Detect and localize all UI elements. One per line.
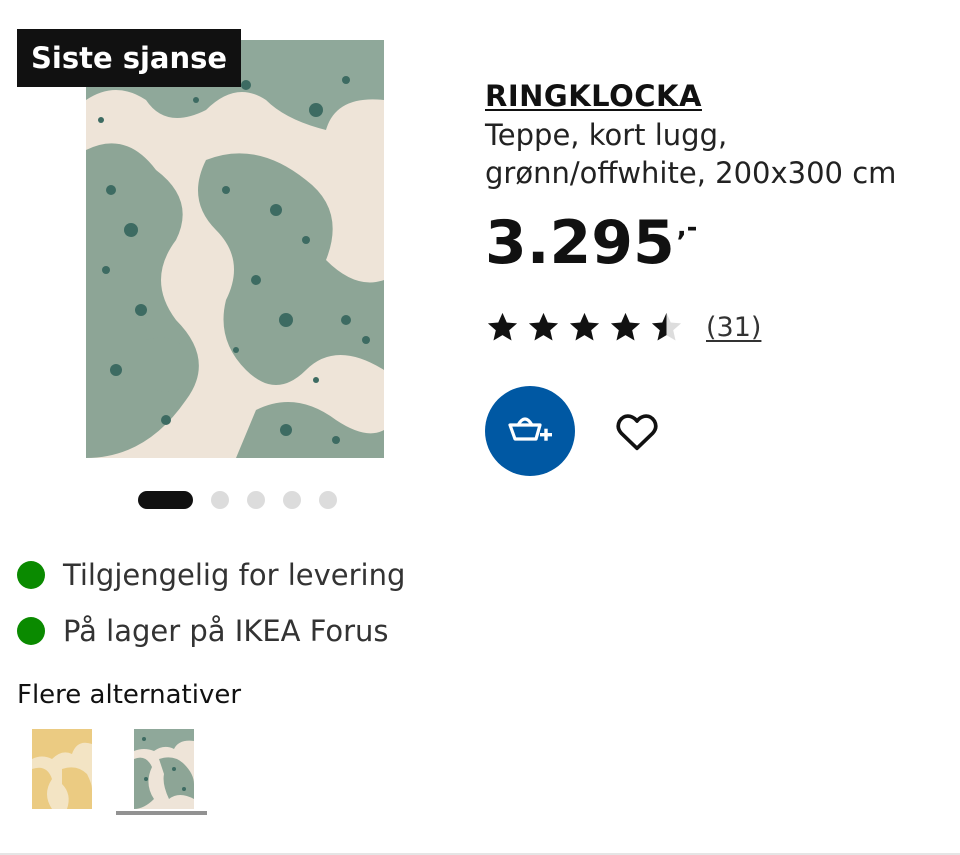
alternative-green-thumb[interactable] <box>134 729 194 809</box>
green-rug-thumb <box>134 729 194 809</box>
product-name-link[interactable]: RINGKLOCKA <box>485 78 702 114</box>
selected-alternative-indicator <box>116 811 207 815</box>
product-card: Siste sjanse RINGKLOCKA Teppe, kort lugg… <box>0 0 960 855</box>
status-dot <box>17 617 45 645</box>
yellow-rug-thumb <box>32 729 92 809</box>
alternatives-title: Flere alternativer <box>17 680 242 710</box>
product-description: Teppe, kort lugg, grønn/offwhite, 200x30… <box>485 118 897 190</box>
add-to-cart-icon <box>508 417 552 441</box>
carousel-dot-2[interactable] <box>211 491 229 509</box>
rating[interactable]: (31) <box>485 310 761 345</box>
star-icon <box>487 312 518 341</box>
alternative-yellow-thumb[interactable] <box>32 729 92 809</box>
availability-store: På lager på IKEA Forus <box>17 609 405 653</box>
star-icon <box>569 312 600 341</box>
rug-pattern <box>86 40 384 458</box>
add-to-cart-button[interactable] <box>485 386 575 476</box>
carousel-dot-5[interactable] <box>319 491 337 509</box>
heart-icon <box>616 414 658 451</box>
last-chance-badge: Siste sjanse <box>17 29 242 87</box>
review-count-link[interactable]: (31) <box>706 312 761 343</box>
favourite-button[interactable] <box>611 406 663 458</box>
star-icon <box>528 312 559 341</box>
alternatives-list <box>32 729 194 809</box>
price-suffix: ,- <box>676 213 698 243</box>
carousel-dot-4[interactable] <box>283 491 301 509</box>
carousel-dot-1[interactable] <box>138 491 193 509</box>
half-star-icon <box>651 312 682 341</box>
availability-list: Tilgjengelig for levering På lager på IK… <box>17 553 405 665</box>
carousel-dots <box>138 491 337 509</box>
availability-text: På lager på IKEA Forus <box>63 614 389 648</box>
price-main: 3.295 <box>485 208 675 278</box>
star-icon <box>610 312 641 341</box>
star-rating <box>485 310 684 345</box>
product-info: RINGKLOCKA Teppe, kort lugg, grønn/offwh… <box>485 78 945 476</box>
product-price: 3.295,- <box>485 208 697 278</box>
availability-text: Tilgjengelig for levering <box>63 558 406 592</box>
status-dot <box>17 561 45 589</box>
carousel-dot-3[interactable] <box>247 491 265 509</box>
availability-delivery: Tilgjengelig for levering <box>17 553 405 597</box>
product-image[interactable] <box>86 40 384 458</box>
